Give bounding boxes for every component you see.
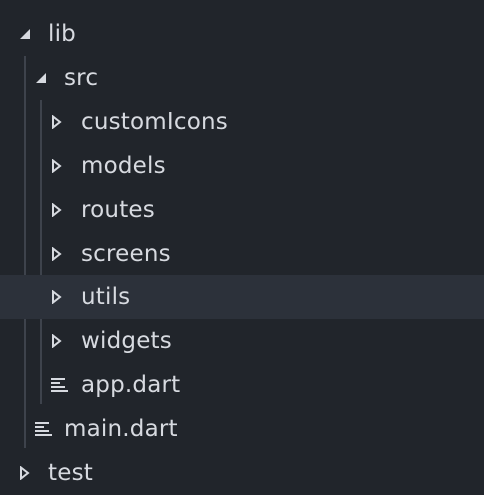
tree-row-src[interactable]: src xyxy=(0,56,484,100)
caret-right-icon xyxy=(52,115,62,129)
tree-row-folder[interactable]: customIcons xyxy=(0,100,484,144)
tree-label-file: main.dart xyxy=(64,416,178,442)
tree-row-file[interactable]: main.dart xyxy=(0,407,484,451)
tree-row-folder[interactable]: utils xyxy=(0,275,484,319)
file-text-icon xyxy=(34,420,52,438)
tree-row-folder[interactable]: models xyxy=(0,144,484,188)
tree-label-folder: screens xyxy=(81,241,171,267)
tree-row-folder[interactable]: routes xyxy=(0,188,484,232)
tree-label-lib: lib xyxy=(48,21,76,47)
tree-label-src: src xyxy=(64,65,99,91)
tree-label-file: app.dart xyxy=(81,372,181,398)
tree-label-folder: widgets xyxy=(81,328,172,354)
caret-right-icon xyxy=(52,247,62,261)
caret-right-icon xyxy=(52,290,62,304)
caret-down-icon xyxy=(19,28,31,40)
tree-label-folder: utils xyxy=(81,284,131,310)
file-text-icon xyxy=(50,376,68,394)
caret-right-icon xyxy=(20,466,30,480)
caret-right-icon xyxy=(52,159,62,173)
tree-row-folder[interactable]: widgets xyxy=(0,319,484,363)
tree-label-folder: models xyxy=(81,153,166,179)
file-tree: lib src customIcons models routes screen… xyxy=(0,0,484,490)
tree-row-folder[interactable]: screens xyxy=(0,232,484,276)
tree-row-test[interactable]: test xyxy=(0,451,484,495)
tree-row-lib[interactable]: lib xyxy=(0,12,484,56)
caret-right-icon xyxy=(52,334,62,348)
tree-label-folder: customIcons xyxy=(81,109,228,135)
tree-label-folder: routes xyxy=(81,197,155,223)
tree-label-test: test xyxy=(48,460,93,486)
tree-row-file[interactable]: app.dart xyxy=(0,363,484,407)
caret-right-icon xyxy=(52,203,62,217)
caret-down-icon xyxy=(35,72,47,84)
